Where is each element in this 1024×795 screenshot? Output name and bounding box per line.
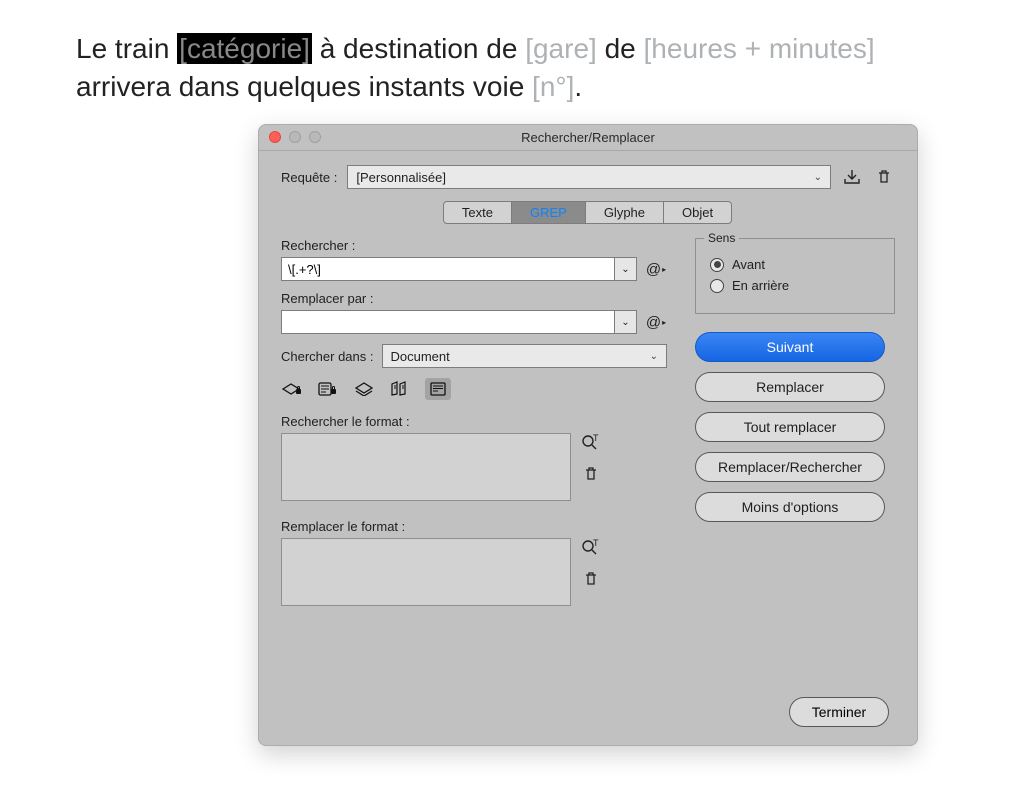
direction-legend: Sens: [704, 231, 739, 245]
hidden-layers-icon[interactable]: [353, 379, 375, 399]
doc-frag-4: arrivera dans quelques instants voie: [76, 71, 532, 102]
master-pages-icon[interactable]: [389, 379, 411, 399]
query-label: Requête :: [281, 170, 337, 185]
direction-forward-label: Avant: [732, 257, 765, 272]
svg-text:T: T: [593, 434, 599, 443]
placeholder-gare: [gare]: [525, 33, 597, 64]
done-button[interactable]: Terminer: [789, 697, 889, 727]
clear-find-format-icon[interactable]: [584, 466, 598, 482]
save-query-icon[interactable]: [841, 166, 863, 188]
specify-find-format-icon[interactable]: T: [581, 434, 601, 450]
search-options-toolbar: [281, 378, 667, 400]
replace-all-button[interactable]: Tout remplacer: [695, 412, 885, 442]
placeholder-heures-minutes: [heures + minutes]: [644, 33, 875, 64]
query-value: [Personnalisée]: [356, 170, 446, 185]
mode-tabs: Texte GREP Glyphe Objet: [281, 201, 895, 224]
replace-input[interactable]: [282, 311, 614, 333]
replace-special-menu-icon[interactable]: @: [645, 314, 667, 331]
direction-group: Sens Avant En arrière: [695, 238, 895, 314]
svg-text:T: T: [593, 539, 599, 548]
find-format-box[interactable]: [281, 433, 571, 501]
doc-frag-2: à destination de: [312, 33, 525, 64]
next-button[interactable]: Suivant: [695, 332, 885, 362]
replace-format-box[interactable]: [281, 538, 571, 606]
direction-backward-label: En arrière: [732, 278, 789, 293]
replace-find-button[interactable]: Remplacer/Rechercher: [695, 452, 885, 482]
find-special-menu-icon[interactable]: @: [645, 261, 667, 278]
locked-stories-icon[interactable]: [317, 379, 339, 399]
chevron-down-icon: ⌄: [814, 172, 822, 183]
query-select[interactable]: [Personnalisée] ⌄: [347, 165, 831, 189]
find-label: Rechercher :: [281, 238, 667, 253]
placeholder-no: [n°]: [532, 71, 574, 102]
replace-format-label: Remplacer le format :: [281, 519, 667, 534]
specify-replace-format-icon[interactable]: T: [581, 539, 601, 555]
find-replace-dialog: Rechercher/Remplacer Requête : [Personna…: [258, 124, 918, 746]
replace-field[interactable]: ⌄: [281, 310, 637, 334]
close-icon[interactable]: [269, 131, 281, 143]
zoom-icon[interactable]: [309, 131, 321, 143]
dialog-titlebar: Rechercher/Remplacer: [259, 125, 917, 151]
fewer-options-button[interactable]: Moins d'options: [695, 492, 885, 522]
dialog-title: Rechercher/Remplacer: [521, 130, 655, 145]
replace-history-dropdown[interactable]: ⌄: [614, 311, 636, 333]
scope-label: Chercher dans :: [281, 349, 374, 364]
locked-layers-icon[interactable]: [281, 379, 303, 399]
find-format-label: Rechercher le format :: [281, 414, 667, 429]
replace-button[interactable]: Remplacer: [695, 372, 885, 402]
footnotes-icon[interactable]: [425, 378, 451, 400]
find-field[interactable]: ⌄: [281, 257, 637, 281]
scope-value: Document: [391, 349, 450, 364]
direction-forward[interactable]: Avant: [710, 257, 880, 272]
clear-replace-format-icon[interactable]: [584, 571, 598, 587]
placeholder-catégorie: [catégorie]: [177, 33, 312, 64]
minimize-icon[interactable]: [289, 131, 301, 143]
radio-icon: [710, 258, 724, 272]
window-controls: [269, 131, 321, 143]
doc-frag-3: de: [597, 33, 644, 64]
find-input[interactable]: [282, 258, 614, 280]
scope-select[interactable]: Document ⌄: [382, 344, 668, 368]
doc-frag-5: .: [574, 71, 582, 102]
find-history-dropdown[interactable]: ⌄: [614, 258, 636, 280]
replace-label: Remplacer par :: [281, 291, 667, 306]
direction-backward[interactable]: En arrière: [710, 278, 880, 293]
tab-grep[interactable]: GREP: [511, 201, 586, 224]
radio-icon: [710, 279, 724, 293]
tab-objet[interactable]: Objet: [663, 201, 732, 224]
tab-glyphe[interactable]: Glyphe: [585, 201, 664, 224]
delete-query-icon[interactable]: [873, 166, 895, 188]
document-text: Le train [catégorie] à destination de [g…: [76, 30, 976, 106]
chevron-down-icon: ⌄: [650, 351, 658, 362]
doc-frag-1: Le train: [76, 33, 177, 64]
tab-texte[interactable]: Texte: [443, 201, 512, 224]
